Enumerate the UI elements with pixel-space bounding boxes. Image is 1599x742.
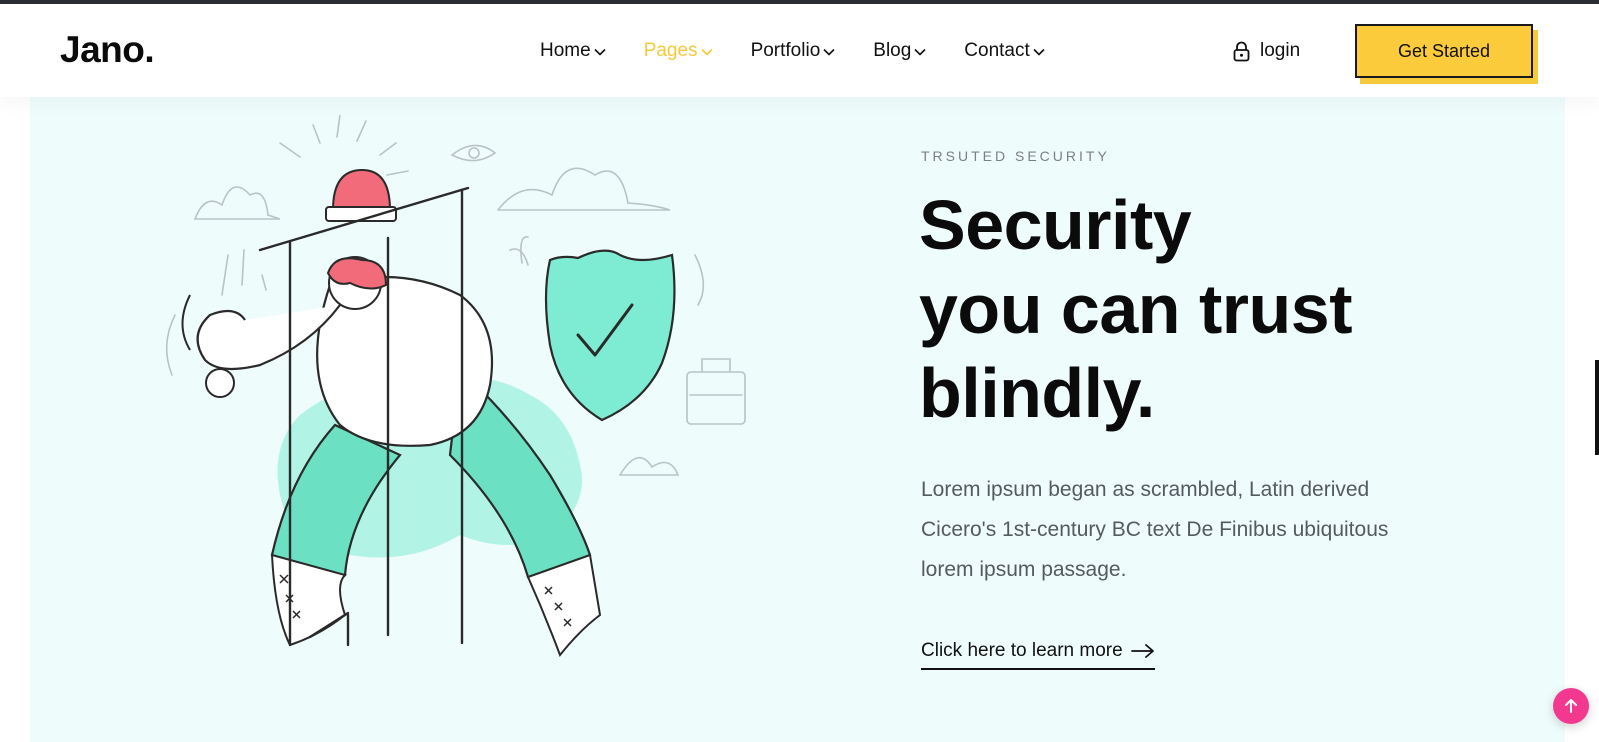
hero-description: Lorem ipsum began as scrambled, Latin de… bbox=[921, 478, 1389, 581]
headline-line-2: you can trust bbox=[919, 270, 1353, 348]
nav-item-blog[interactable]: Blog bbox=[873, 40, 926, 62]
chevron-down-icon bbox=[823, 48, 835, 56]
nav-item-contact[interactable]: Contact bbox=[964, 40, 1045, 62]
login-link[interactable]: login bbox=[1233, 40, 1300, 62]
chevron-down-icon bbox=[1033, 48, 1045, 56]
chevron-down-icon bbox=[594, 48, 606, 56]
nav-item-pages[interactable]: Pages bbox=[644, 40, 713, 62]
nav-item-portfolio[interactable]: Portfolio bbox=[751, 40, 836, 62]
security-illustration bbox=[165, 115, 746, 657]
site-header: Jano. Home Pages Portfolio Blog Contact bbox=[0, 4, 1599, 97]
learn-more-label: Click here to learn more bbox=[921, 640, 1123, 661]
chevron-down-icon bbox=[700, 48, 713, 56]
arrow-up-icon bbox=[1565, 699, 1577, 713]
nav-item-label: Pages bbox=[643, 40, 698, 61]
back-to-top-button[interactable] bbox=[1553, 688, 1589, 724]
nav-item-home[interactable]: Home bbox=[540, 40, 606, 62]
brand-logo[interactable]: Jano. bbox=[60, 29, 155, 71]
hero-headline: Security you can trust blindly. bbox=[919, 183, 1353, 435]
page-scroll-indicator[interactable] bbox=[1595, 360, 1599, 455]
headline-line-3: blindly. bbox=[919, 354, 1155, 432]
nav-item-label: Portfolio bbox=[750, 40, 821, 61]
get-started-button[interactable]: Get Started bbox=[1355, 24, 1533, 78]
nav-item-label: Home bbox=[540, 40, 591, 61]
headline-line-1: Security bbox=[919, 186, 1192, 264]
hero-eyebrow: TRSUTED SECURITY bbox=[921, 148, 1110, 164]
main-nav: Home Pages Portfolio Blog Contact bbox=[540, 40, 1083, 62]
arrow-right-icon bbox=[1130, 644, 1154, 658]
nav-item-label: Contact bbox=[964, 40, 1030, 61]
login-label: login bbox=[1260, 40, 1301, 61]
lock-icon bbox=[1233, 41, 1250, 61]
get-started-wrapper: Get Started bbox=[1355, 24, 1538, 84]
nav-item-label: Blog bbox=[873, 40, 912, 61]
chevron-down-icon bbox=[914, 48, 926, 56]
learn-more-link[interactable]: Click here to learn more bbox=[921, 640, 1155, 670]
